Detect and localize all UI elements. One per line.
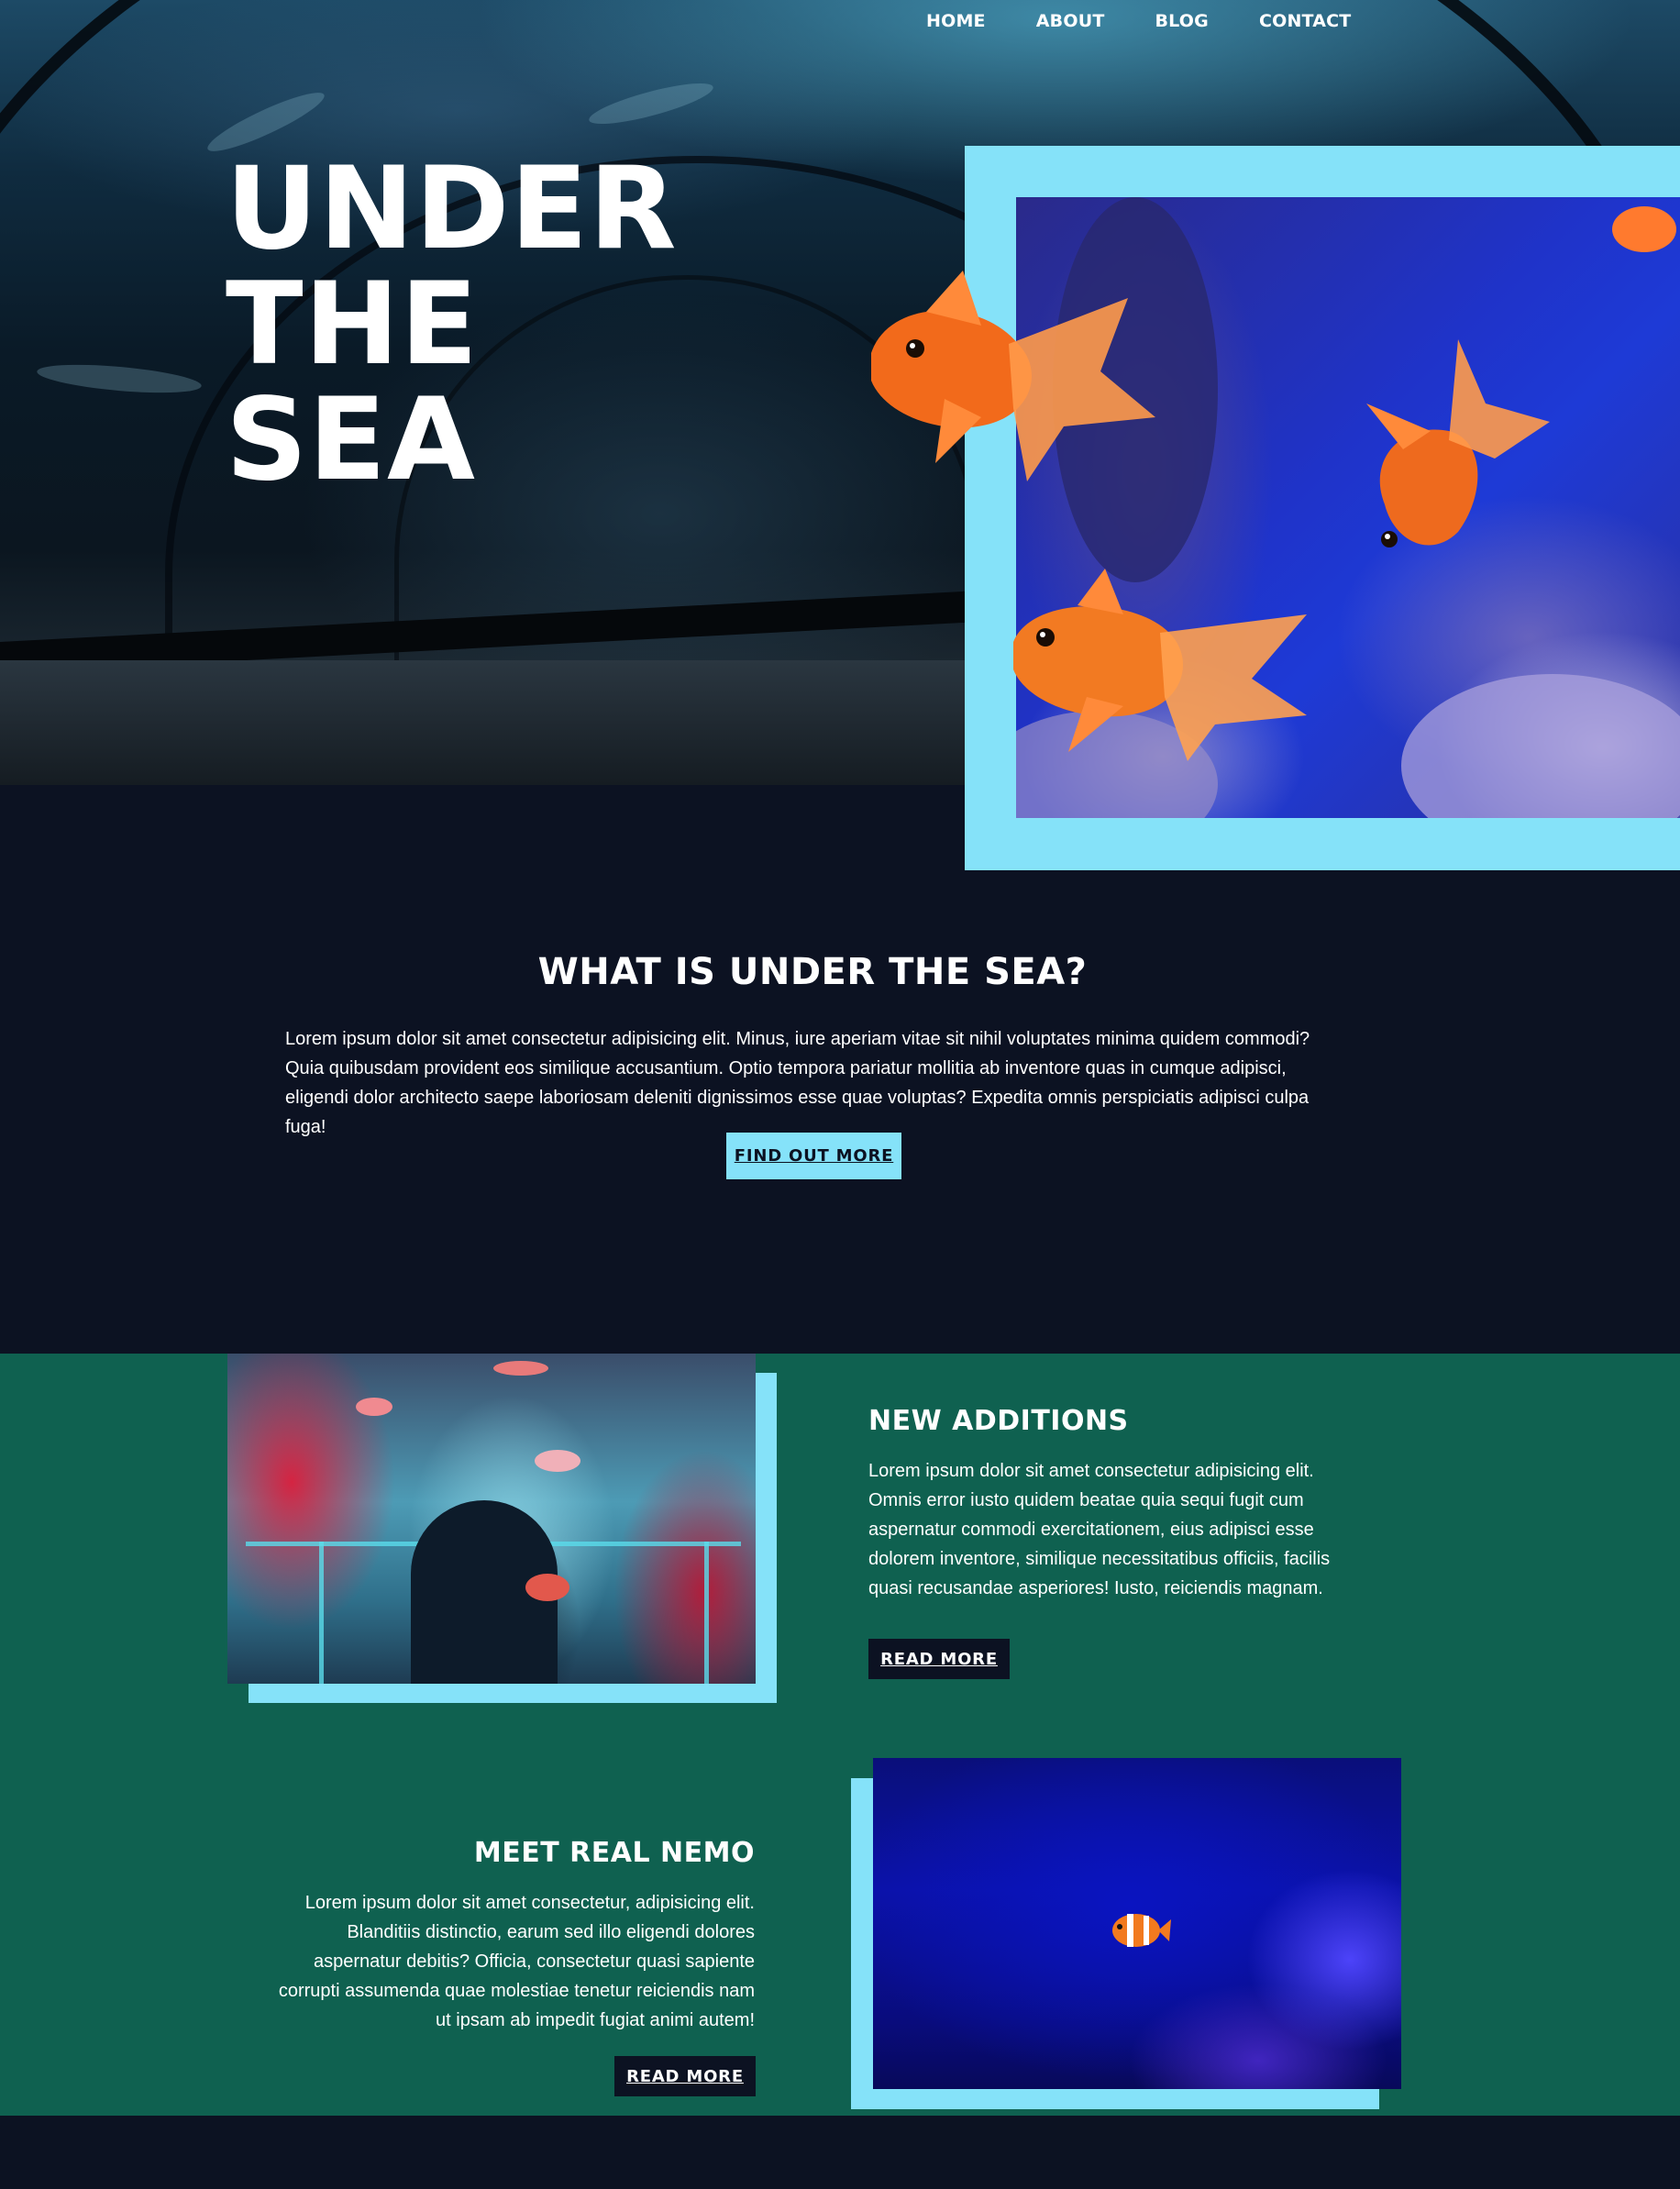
coral-rock <box>1401 674 1680 818</box>
hero-title: UNDER THE SEA <box>226 151 739 498</box>
clownfish-icon <box>1112 1914 1171 1947</box>
fish-icon <box>535 1450 580 1472</box>
fish-icon <box>525 1574 569 1601</box>
goldfish-icon <box>1366 339 1550 547</box>
goldfish-icon <box>1013 569 1307 761</box>
nav-about-link[interactable]: ABOUT <box>1036 9 1105 33</box>
hero-title-line: SEA <box>226 374 476 506</box>
feature-paragraph: Lorem ipsum dolor sit amet consectetur a… <box>868 1461 1331 1598</box>
hero-title-line: UNDER <box>226 143 678 275</box>
section-title: WHAT IS UNDER THE SEA? <box>537 951 1088 993</box>
find-out-more-button[interactable]: FIND OUT MORE <box>726 1133 901 1179</box>
fish-icon <box>356 1398 392 1416</box>
feature-paragraph: Lorem ipsum dolor sit amet consectetur, … <box>278 1893 755 2030</box>
nav-home-link[interactable]: HOME <box>926 9 986 33</box>
fish-icon <box>493 1361 548 1376</box>
feature-title: MEET REAL NEMO <box>473 1837 755 1869</box>
read-more-button[interactable]: READ MORE <box>868 1639 1010 1679</box>
aquarium-visitor-image <box>227 1354 756 1684</box>
hero-title-line: THE <box>226 259 480 391</box>
goldfish-icon <box>871 271 1155 481</box>
clownfish-image <box>873 1758 1401 2089</box>
railing <box>704 1542 709 1684</box>
nav-blog-link[interactable]: BLOG <box>1155 9 1208 33</box>
read-more-button[interactable]: READ MORE <box>614 2056 756 2096</box>
clownfish-partial <box>1612 206 1676 252</box>
main-nav: HOME ABOUT BLOG CONTACT <box>926 9 1401 33</box>
page: HOME ABOUT BLOG CONTACT UNDER THE SEA WH… <box>0 0 1680 2189</box>
nav-contact-link[interactable]: CONTACT <box>1259 9 1352 33</box>
feature-title: NEW ADDITIONS <box>868 1405 1129 1437</box>
intro-paragraph: Lorem ipsum dolor sit amet consectetur a… <box>285 1029 1310 1137</box>
railing <box>319 1542 324 1684</box>
